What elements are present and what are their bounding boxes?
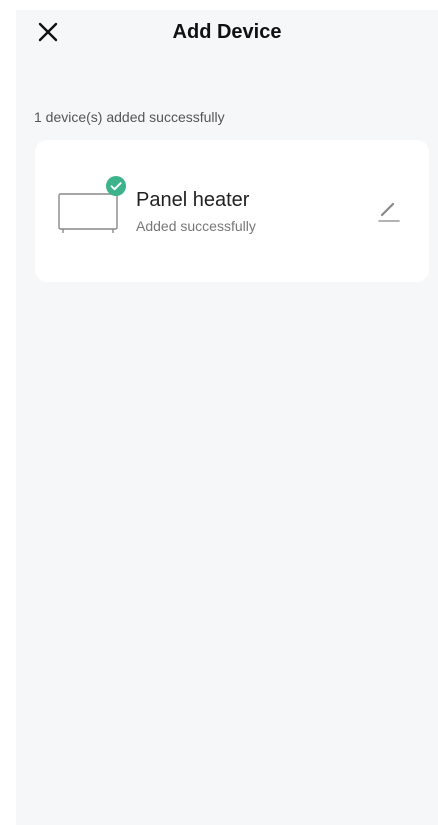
device-name: Panel heater: [136, 189, 250, 211]
panel-heater-icon: [55, 170, 145, 240]
page-title: Add Device: [172, 21, 282, 43]
success-summary-label: 1 device(s) added successfully: [34, 109, 225, 125]
edit-device-button[interactable]: [376, 198, 402, 224]
header: Add Device: [16, 10, 438, 56]
check-circle-icon: [106, 176, 126, 196]
device-status: Added successfully: [136, 218, 256, 234]
device-card[interactable]: Panel heater Added successfully: [35, 140, 429, 282]
add-device-screen: Add Device 1 device(s) added successfull…: [16, 10, 438, 825]
edit-pencil-icon: [378, 202, 400, 222]
